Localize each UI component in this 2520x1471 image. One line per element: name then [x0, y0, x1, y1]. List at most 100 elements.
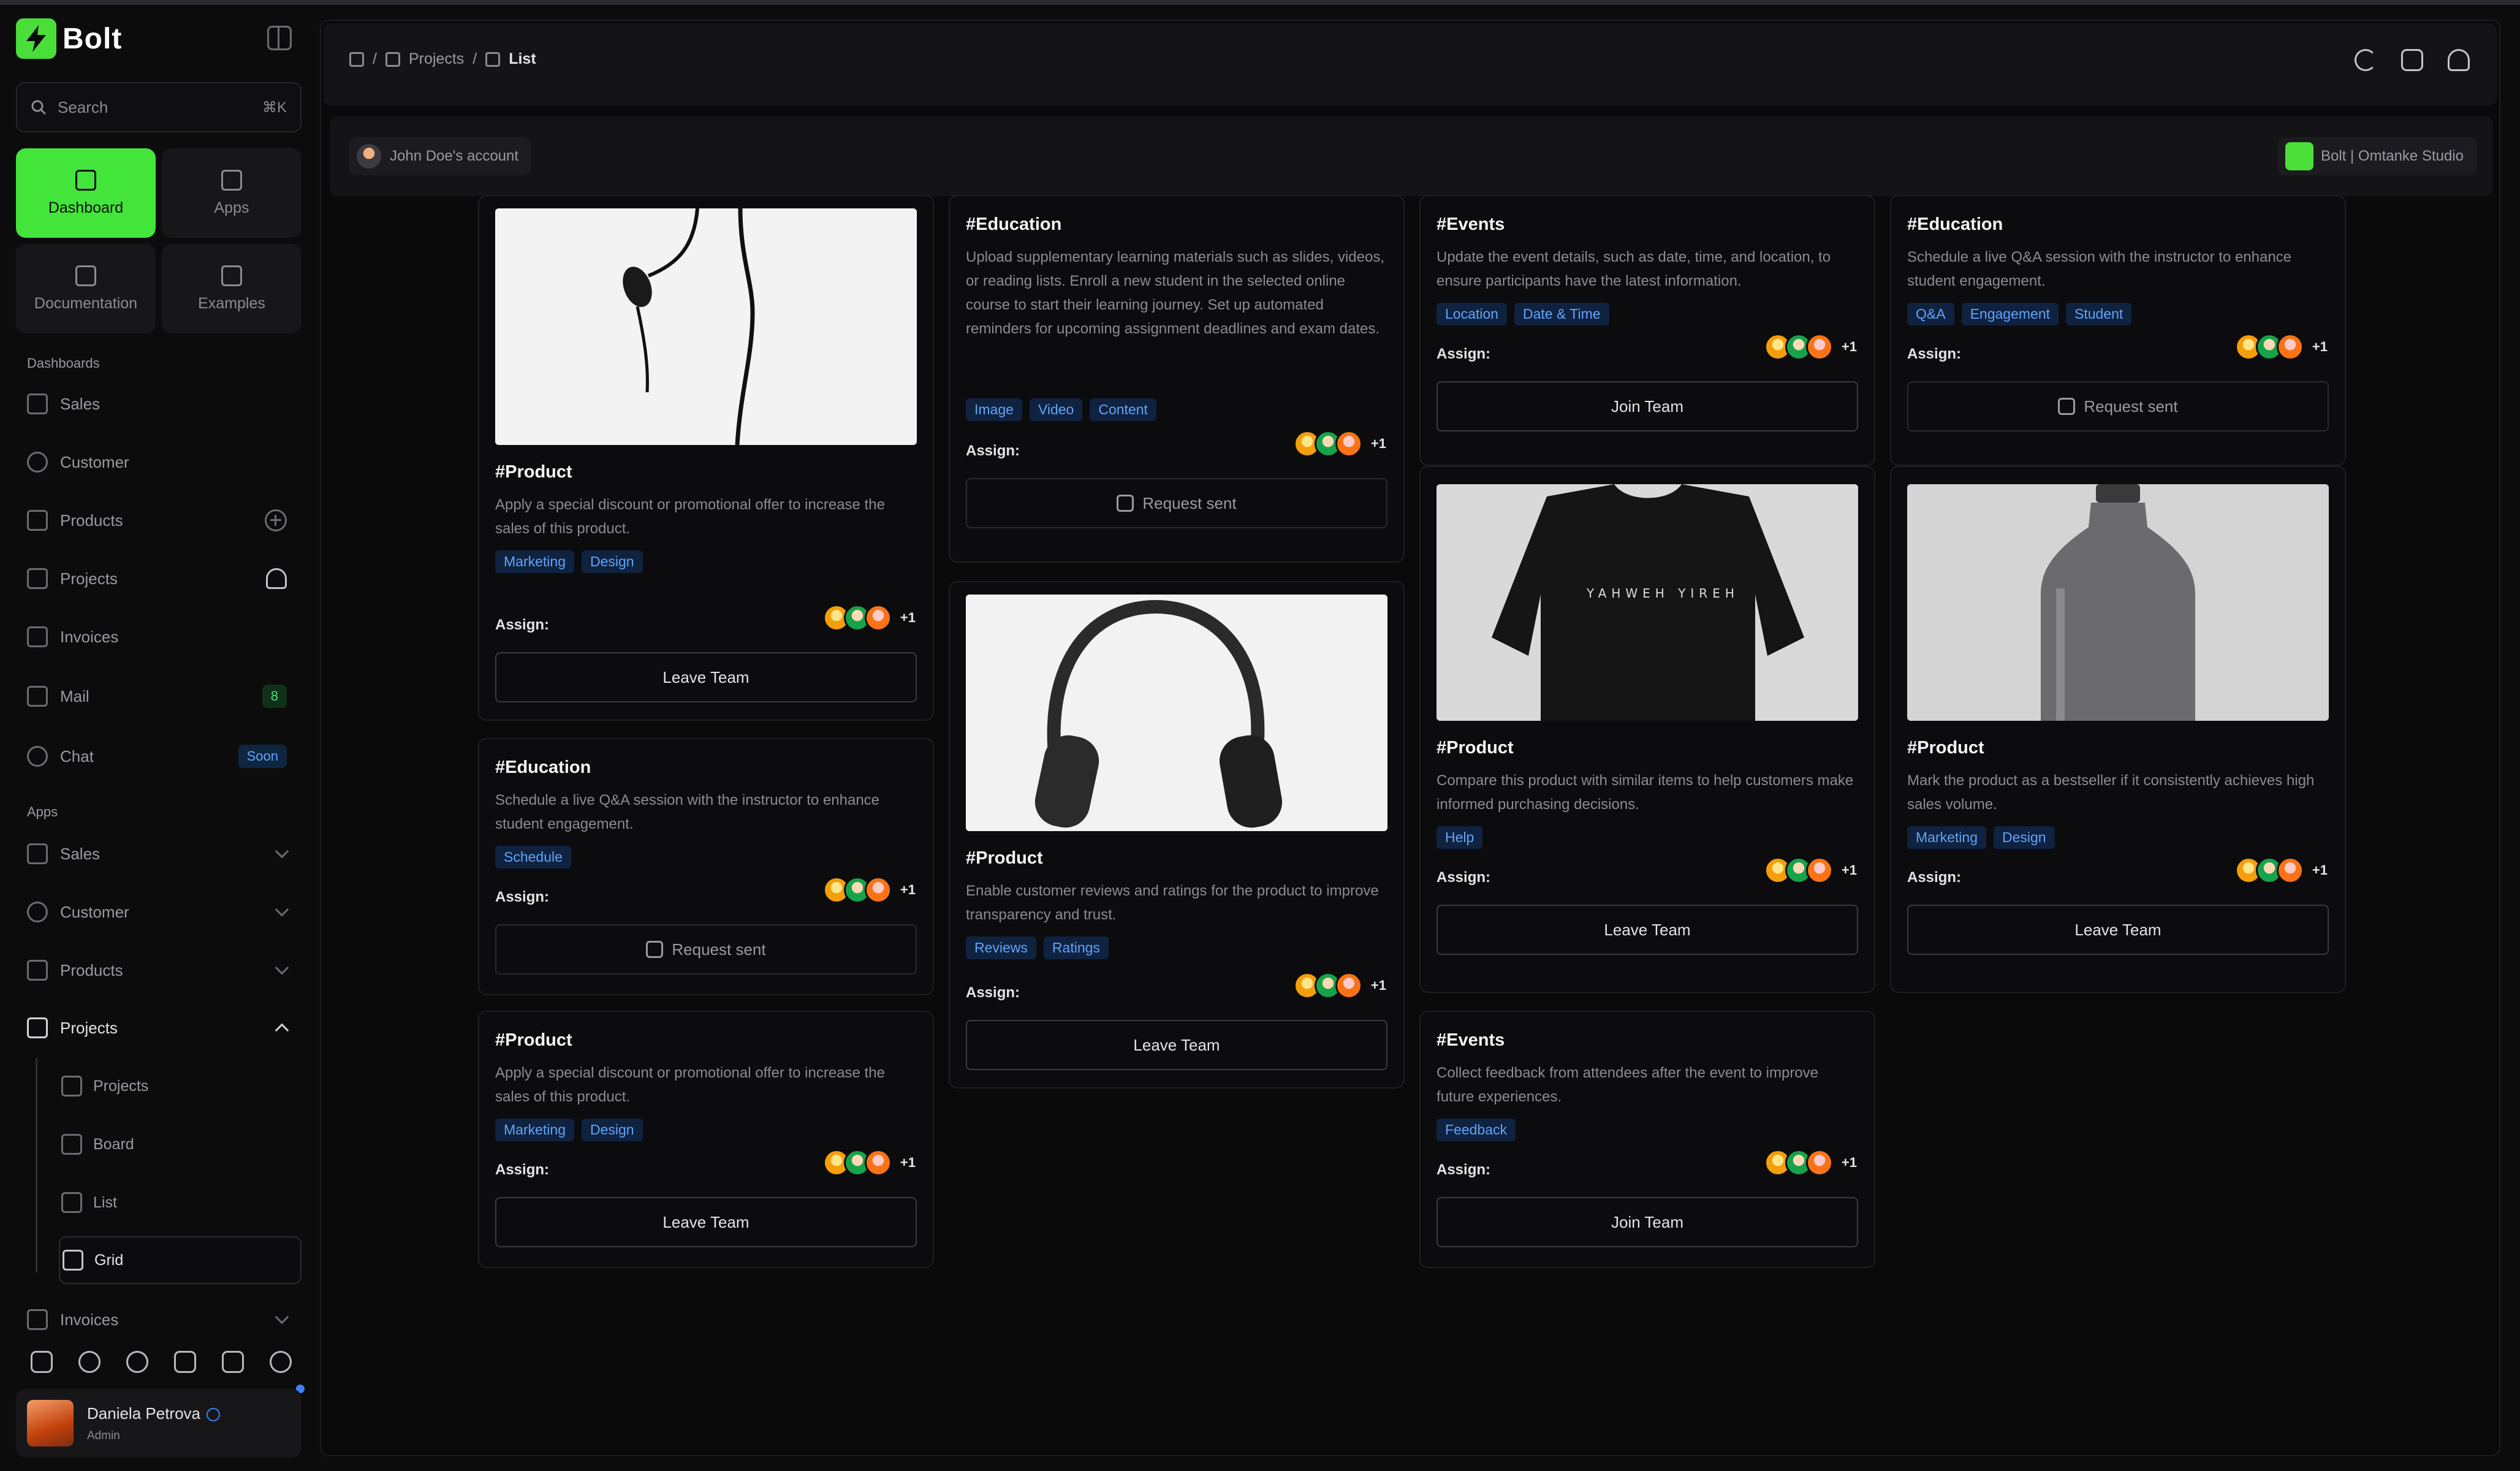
- account-switcher[interactable]: John Doe's account: [349, 137, 531, 175]
- ai-icon[interactable]: [270, 1351, 292, 1373]
- leave-team-button[interactable]: Leave Team: [1907, 905, 2329, 955]
- sidebar-item-products[interactable]: Products: [27, 500, 297, 541]
- sidebar-item-apps-products[interactable]: Products: [27, 950, 297, 990]
- sidebar-item-apps-sales[interactable]: Sales: [27, 834, 297, 874]
- card-category: #Product: [1907, 738, 1984, 758]
- leave-team-button[interactable]: Leave Team: [495, 652, 917, 702]
- tag-chip[interactable]: Location: [1436, 303, 1507, 325]
- tag-chip[interactable]: Engagement: [1961, 303, 2059, 325]
- assignee-avatars[interactable]: +1: [1764, 333, 1857, 360]
- sidebar-collapse-icon[interactable]: [267, 26, 292, 50]
- task-card: #Events Update the event details, such a…: [1419, 195, 1875, 466]
- assignee-avatars[interactable]: +1: [822, 604, 916, 631]
- assignee-avatars[interactable]: +1: [1293, 430, 1386, 457]
- sidebar-subitem-list[interactable]: List: [59, 1179, 302, 1226]
- tag-chip[interactable]: Help: [1436, 826, 1483, 849]
- tag-chip[interactable]: Student: [2066, 303, 2132, 325]
- tag-chip[interactable]: Image: [966, 398, 1022, 421]
- assign-label: Assign:: [1436, 1161, 1491, 1178]
- product-photo-headphones: [966, 595, 1387, 831]
- tag-chip[interactable]: Schedule: [495, 846, 571, 869]
- tile-documentation[interactable]: Documentation: [16, 244, 156, 333]
- assign-label: Assign:: [1907, 869, 1962, 886]
- workspace-switcher[interactable]: Bolt | Omtanke Studio: [2277, 137, 2477, 175]
- tag-chip[interactable]: Ratings: [1043, 937, 1109, 959]
- book-icon[interactable]: [174, 1351, 196, 1373]
- tag-chip[interactable]: Marketing: [495, 1119, 574, 1141]
- sparkle-icon[interactable]: [222, 1351, 244, 1373]
- leave-team-button[interactable]: Leave Team: [966, 1020, 1387, 1070]
- grid-icon: [63, 1250, 83, 1271]
- card-description: Enable customer reviews and ratings for …: [966, 883, 1379, 923]
- tag-chip[interactable]: Q&A: [1907, 303, 1954, 325]
- tile-label: Documentation: [34, 294, 138, 312]
- breadcrumb-projects[interactable]: Projects: [409, 50, 464, 68]
- request-sent-button[interactable]: Request sent: [495, 924, 917, 975]
- assign-label: Assign:: [966, 443, 1020, 459]
- sidebar-item-chat[interactable]: Chat Soon: [27, 736, 297, 777]
- request-sent-button[interactable]: Request sent: [1907, 381, 2329, 431]
- sidebar-item-mail[interactable]: Mail 8: [27, 676, 297, 716]
- search-shortcut: ⌘K: [262, 99, 287, 116]
- users-icon: [27, 452, 48, 473]
- sidebar-item-apps-projects[interactable]: Projects: [27, 1008, 297, 1048]
- sidebar-subitem-board[interactable]: Board: [59, 1120, 302, 1168]
- join-team-button[interactable]: Join Team: [1436, 1197, 1858, 1247]
- search-input[interactable]: Search ⌘K: [16, 82, 302, 132]
- tag-chip[interactable]: Reviews: [966, 937, 1036, 959]
- tag-chip[interactable]: Design: [581, 550, 643, 573]
- assignee-avatars[interactable]: +1: [2234, 333, 2328, 360]
- tile-label: Examples: [198, 294, 265, 312]
- tag-chip[interactable]: Marketing: [495, 550, 574, 573]
- sidebar-subitem-grid[interactable]: Grid: [59, 1236, 302, 1284]
- notification-icon[interactable]: [266, 568, 287, 589]
- assignee-avatars[interactable]: +1: [822, 1149, 916, 1176]
- assignee-avatars[interactable]: +1: [822, 876, 916, 903]
- tag-chip[interactable]: Design: [581, 1119, 643, 1141]
- card-tags: Schedule: [495, 846, 571, 869]
- sidebar-item-apps-customer[interactable]: Customer: [27, 892, 297, 932]
- sidebar-item-apps-invoices[interactable]: Invoices: [27, 1299, 297, 1340]
- assignee-avatars[interactable]: +1: [1764, 1149, 1857, 1176]
- sidebar-item-sales[interactable]: Sales: [27, 384, 297, 424]
- sidebar-subitem-projects[interactable]: Projects: [59, 1062, 302, 1110]
- leave-team-button[interactable]: Leave Team: [1436, 905, 1858, 955]
- leave-team-button[interactable]: Leave Team: [495, 1197, 917, 1247]
- request-sent-button[interactable]: Request sent: [966, 478, 1387, 528]
- moon-icon[interactable]: [78, 1351, 101, 1373]
- sidebar-item-invoices[interactable]: Invoices: [27, 617, 297, 657]
- gear-icon[interactable]: [126, 1351, 148, 1373]
- sidebar-item-label: Projects: [60, 1018, 118, 1037]
- sidebar-item-projects[interactable]: Projects: [27, 558, 297, 599]
- more-assignees-count: +1: [1370, 436, 1386, 451]
- user-profile-card[interactable]: Daniela Petrova Admin: [16, 1389, 302, 1458]
- assignee-avatars[interactable]: +1: [1764, 857, 1857, 884]
- sidebar-subitem-label: Board: [93, 1135, 134, 1153]
- moon-icon[interactable]: [2355, 49, 2377, 71]
- bolt-logo-icon: [16, 18, 56, 59]
- assignee-avatars[interactable]: +1: [1293, 972, 1386, 999]
- card-category: #Education: [1907, 215, 2003, 234]
- tag-chip[interactable]: Date & Time: [1514, 303, 1609, 325]
- sidebar-subitem-label: Grid: [94, 1251, 124, 1269]
- home-icon[interactable]: [349, 51, 364, 67]
- bell-icon[interactable]: [2448, 49, 2470, 71]
- tile-dashboard[interactable]: Dashboard: [16, 148, 156, 238]
- card-description: Collect feedback from attendees after th…: [1436, 1065, 1819, 1105]
- app-logo[interactable]: Bolt: [16, 18, 122, 59]
- tag-chip[interactable]: Feedback: [1436, 1119, 1516, 1141]
- sidebar-item-customer[interactable]: Customer: [27, 442, 297, 482]
- tile-examples[interactable]: Examples: [162, 244, 302, 333]
- soon-badge: Soon: [238, 745, 287, 768]
- tag-chip[interactable]: Content: [1090, 398, 1156, 421]
- product-photo-bottle: [1907, 484, 2329, 721]
- tag-chip[interactable]: Marketing: [1907, 826, 1986, 849]
- tile-apps[interactable]: Apps: [162, 148, 302, 238]
- tag-chip[interactable]: Video: [1029, 398, 1083, 421]
- join-team-button[interactable]: Join Team: [1436, 381, 1858, 431]
- tag-chip[interactable]: Design: [1993, 826, 2055, 849]
- translate-icon[interactable]: [2401, 49, 2423, 71]
- add-product-icon[interactable]: [265, 509, 287, 531]
- translate-icon[interactable]: [31, 1351, 53, 1373]
- assignee-avatars[interactable]: +1: [2234, 857, 2328, 884]
